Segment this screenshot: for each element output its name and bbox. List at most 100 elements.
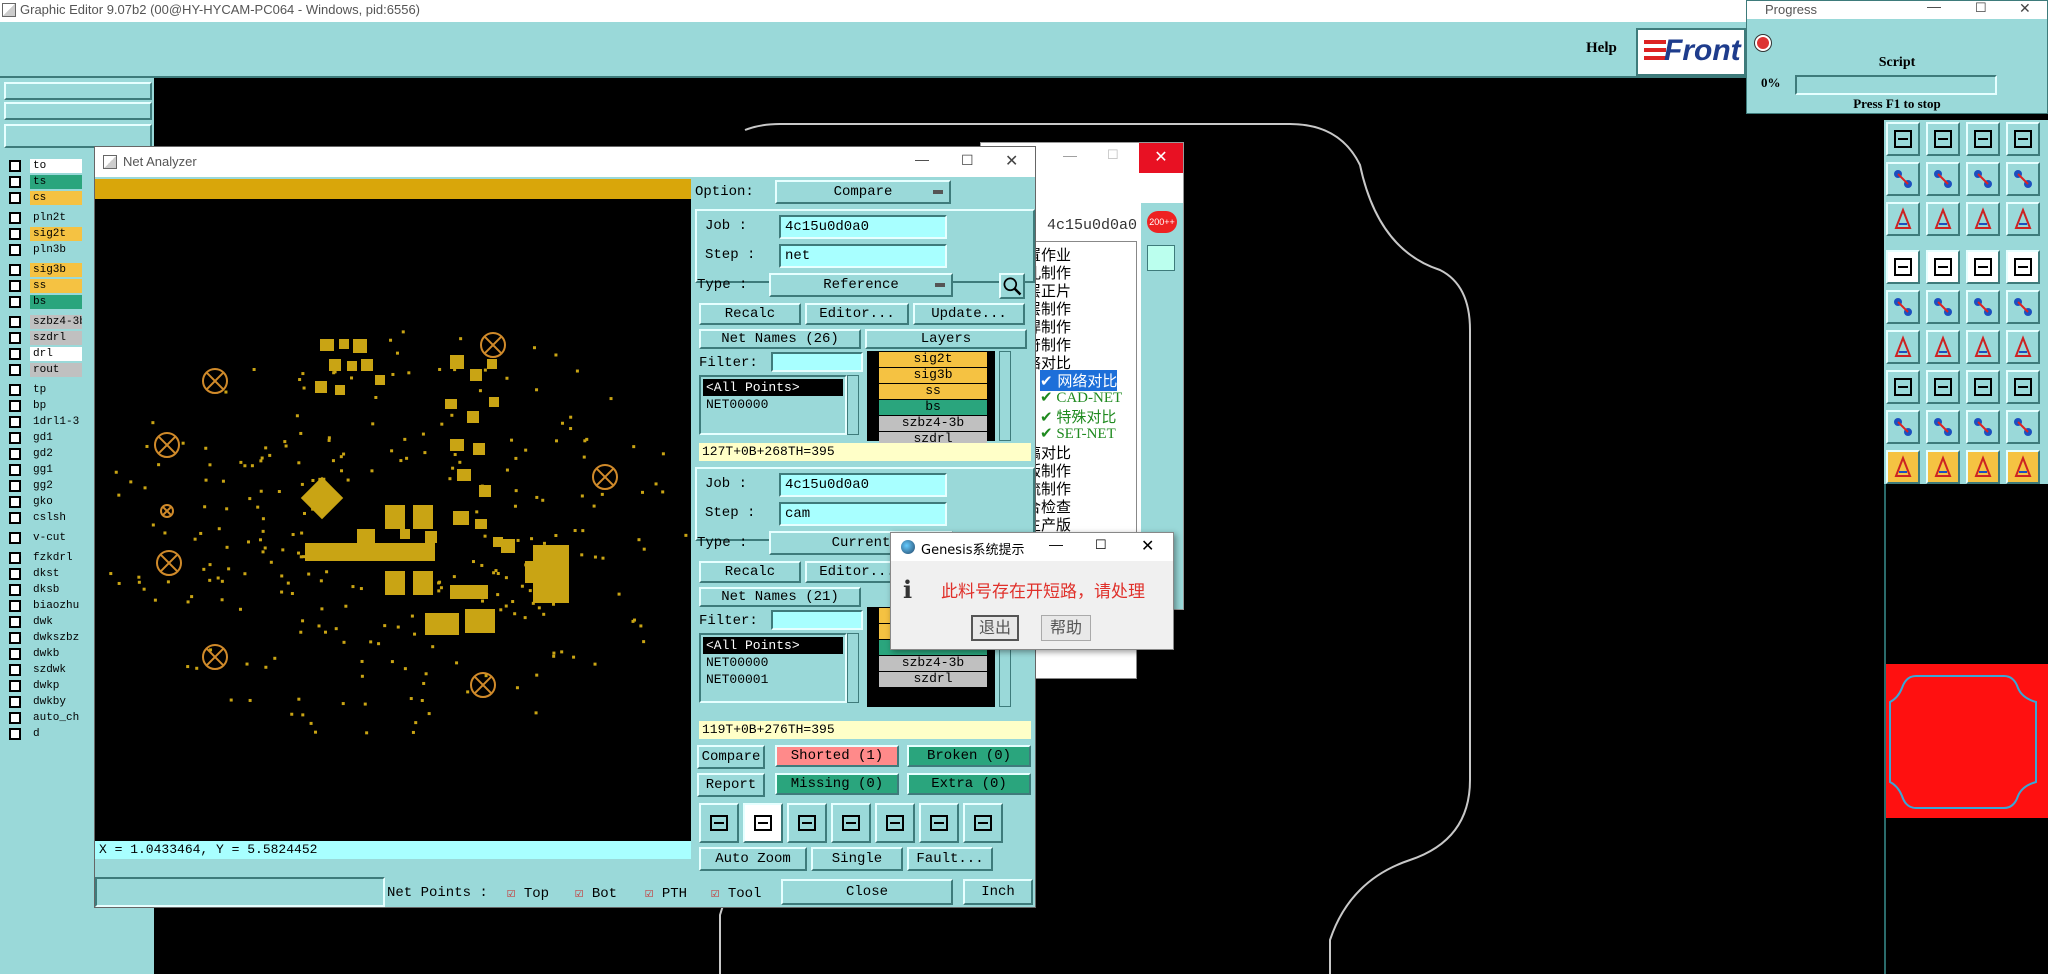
connect-icon[interactable] xyxy=(1886,290,1920,324)
ref-layer-list[interactable]: sig2t sig3b ss bs szbz4-3b szdrl xyxy=(867,351,995,447)
ref-editor-button[interactable]: Editor... xyxy=(805,303,909,325)
undo-icon[interactable] xyxy=(1966,122,2000,156)
bg-menu-item[interactable]: ✔ SET-NET xyxy=(1040,424,1116,443)
unit-select[interactable]: Inch xyxy=(963,879,1033,905)
net-layer-item[interactable]: szbz4-3b xyxy=(879,416,987,431)
fill-icon[interactable] xyxy=(2006,250,2040,284)
compare-button[interactable]: Compare xyxy=(697,745,765,769)
frame-icon[interactable] xyxy=(1966,370,2000,404)
export-icon[interactable] xyxy=(1926,122,1960,156)
close-button[interactable]: ✕ xyxy=(1139,143,1183,173)
cur-net-list[interactable]: <All Points> NET00000 NET00001 xyxy=(699,633,847,703)
bot-checkbox[interactable]: ☑ Bot xyxy=(575,885,617,902)
minimize-icon[interactable]: — xyxy=(915,151,929,167)
settings-icon[interactable] xyxy=(1886,202,1920,236)
zoom-icon[interactable] xyxy=(999,273,1025,299)
bg-menu-item[interactable]: ✔ CAD-NET xyxy=(1040,388,1122,407)
dialog-help-button[interactable]: 帮助 xyxy=(1041,615,1091,641)
cross-icon[interactable] xyxy=(1926,290,1960,324)
net-layer-item[interactable]: sig3b xyxy=(879,368,987,383)
arc-icon[interactable] xyxy=(1966,330,2000,364)
ref-net-scrollbar[interactable] xyxy=(847,375,859,435)
camera-icon[interactable] xyxy=(743,803,783,843)
net-list-item[interactable]: NET00000 xyxy=(703,654,843,671)
tri-c-icon[interactable] xyxy=(1966,410,2000,444)
ref-job-field[interactable]: 4c15u0d0a0 xyxy=(779,215,947,239)
exit-icon[interactable] xyxy=(1147,245,1175,271)
select-a-icon[interactable] xyxy=(1886,450,1920,484)
maximize-icon[interactable]: ☐ xyxy=(1107,147,1119,163)
board-preview[interactable] xyxy=(1886,664,2048,818)
ref-net-list[interactable]: <All Points> NET00000 xyxy=(699,375,847,435)
cur-filter-input[interactable] xyxy=(771,610,863,630)
top-checkbox[interactable]: ☑ Top xyxy=(507,885,549,902)
cur-job-field[interactable]: 4c15u0d0a0 xyxy=(779,473,947,497)
ref-step-field[interactable]: net xyxy=(779,244,947,268)
pth-checkbox[interactable]: ☑ PTH xyxy=(645,885,687,902)
undo-icon[interactable] xyxy=(787,803,827,843)
measure-icon[interactable] xyxy=(1966,250,2000,284)
vector-icon[interactable] xyxy=(1966,290,2000,324)
report-button[interactable]: Report xyxy=(697,773,765,797)
net-layer-item[interactable]: ss xyxy=(879,384,987,399)
ref-layer-scrollbar[interactable] xyxy=(999,351,1011,441)
option-select[interactable]: Compare xyxy=(775,180,951,204)
net-list-item[interactable]: NET00001 xyxy=(703,671,843,688)
tri-a-icon[interactable] xyxy=(1886,410,1920,444)
snap-icon[interactable] xyxy=(2006,122,2040,156)
cur-netnames-header[interactable]: Net Names (21) xyxy=(699,587,861,607)
fault-button[interactable]: Fault... xyxy=(907,847,993,871)
fit-icon[interactable] xyxy=(1886,162,1920,196)
edge-icon[interactable] xyxy=(1926,330,1960,364)
shorted-button[interactable]: Shorted (1) xyxy=(775,745,899,767)
tri-b-icon[interactable] xyxy=(1926,410,1960,444)
tri-d-icon[interactable] xyxy=(2006,410,2040,444)
ref-update-button[interactable]: Update... xyxy=(913,303,1025,325)
grid-icon[interactable] xyxy=(1926,202,1960,236)
cur-step-field[interactable]: cam xyxy=(779,502,947,526)
pan-icon[interactable] xyxy=(1926,162,1960,196)
minimize-icon[interactable]: — xyxy=(1063,147,1077,163)
ref-netnames-header[interactable]: Net Names (26) xyxy=(699,329,861,349)
import-icon[interactable] xyxy=(1886,122,1920,156)
settings-icon[interactable] xyxy=(963,803,1003,843)
net-layer-item[interactable]: bs xyxy=(879,400,987,415)
minimize-icon[interactable]: — xyxy=(1049,536,1063,552)
close-icon[interactable]: ✕ xyxy=(1005,151,1018,171)
select-icon[interactable] xyxy=(831,803,871,843)
ruler-icon[interactable] xyxy=(919,803,959,843)
autozoom-select[interactable]: Auto Zoom xyxy=(699,847,807,871)
net-icon[interactable] xyxy=(1966,202,2000,236)
broken-button[interactable]: Broken (0) xyxy=(907,745,1031,767)
net-graphic-area[interactable]: X = 1.0433464, Y = 5.5824452 xyxy=(95,179,691,859)
bg-badge-icon[interactable]: 200++ xyxy=(1147,211,1177,233)
net-list-item[interactable]: <All Points> xyxy=(703,637,843,654)
select-c-icon[interactable] xyxy=(1966,450,2000,484)
select-b-icon[interactable] xyxy=(1926,450,1960,484)
frame-icon[interactable] xyxy=(875,803,915,843)
minus-icon[interactable] xyxy=(1926,370,1960,404)
ref-recalc-button[interactable]: Recalc xyxy=(699,303,801,325)
box-icon[interactable] xyxy=(1886,370,1920,404)
select-d-icon[interactable] xyxy=(2006,450,2040,484)
extra-button[interactable]: Extra (0) xyxy=(907,773,1031,795)
net-list-item[interactable]: NET00000 xyxy=(703,396,843,413)
scale-icon[interactable] xyxy=(1966,162,2000,196)
maximize-icon[interactable]: ☐ xyxy=(1095,537,1107,553)
tool-checkbox[interactable]: ☑ Tool xyxy=(711,885,761,902)
single-select[interactable]: Single xyxy=(811,847,903,871)
home-icon[interactable] xyxy=(699,803,739,843)
cur-net-scrollbar[interactable] xyxy=(847,633,859,703)
split-icon[interactable] xyxy=(2006,330,2040,364)
close-button[interactable]: Close xyxy=(781,879,953,905)
dialog-exit-button[interactable]: 退出 xyxy=(971,615,1019,641)
ref-layers-header[interactable]: Layers xyxy=(865,329,1027,349)
net2-icon[interactable] xyxy=(2006,202,2040,236)
net-layer-item[interactable]: szbz4-3b xyxy=(879,656,987,671)
group-icon[interactable] xyxy=(2006,370,2040,404)
cur-recalc-button[interactable]: Recalc xyxy=(699,561,801,583)
close-icon[interactable]: ✕ xyxy=(1141,536,1154,556)
ref-type-select[interactable]: Reference xyxy=(769,273,953,297)
net-layer-item[interactable]: szdrl xyxy=(879,672,987,687)
net-list-item[interactable]: <All Points> xyxy=(703,379,843,396)
